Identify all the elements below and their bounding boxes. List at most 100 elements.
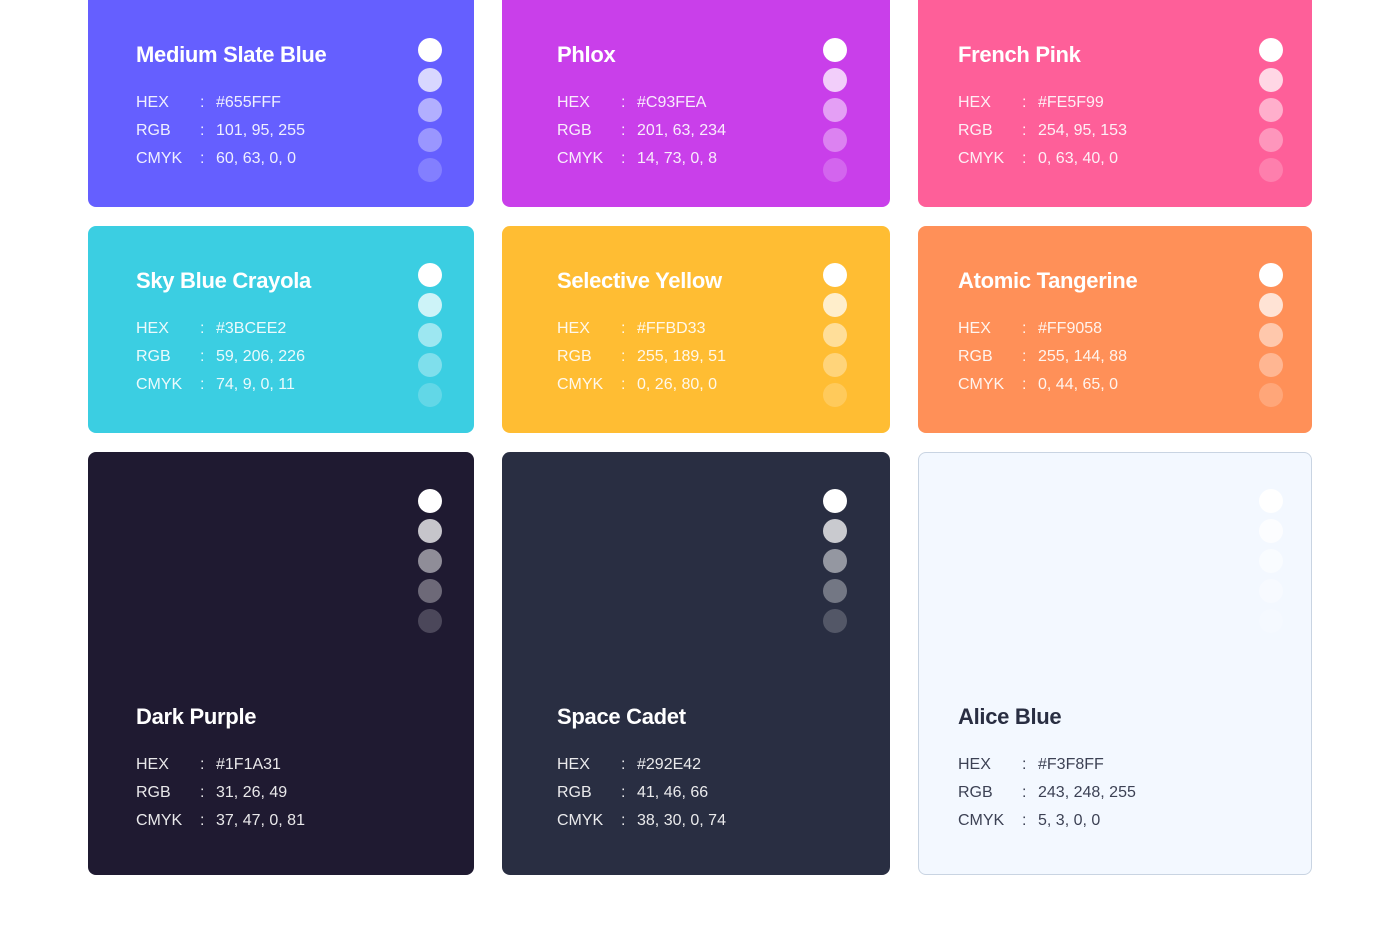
tint-dot-50[interactable] bbox=[823, 549, 847, 573]
tint-dots bbox=[823, 38, 847, 182]
rgb-row: RGB:254, 95, 153 bbox=[958, 122, 1127, 139]
tint-dot-35[interactable] bbox=[1259, 579, 1283, 603]
cmyk-row: CMYK:37, 47, 0, 81 bbox=[136, 812, 305, 829]
tint-dot-100[interactable] bbox=[823, 38, 847, 62]
tint-dot-50[interactable] bbox=[1259, 98, 1283, 122]
cmyk-value[interactable]: 5, 3, 0, 0 bbox=[1038, 812, 1100, 829]
tint-dot-20[interactable] bbox=[823, 158, 847, 182]
swatch-card-phlox[interactable]: Phlox HEX: #C93FEA RGB:201, 63, 234 CMYK:… bbox=[502, 0, 890, 207]
swatch-card-sky-blue-crayola[interactable]: Sky Blue Crayola HEX: #3BCEE2 RGB:59, 206… bbox=[88, 226, 474, 433]
tint-dot-35[interactable] bbox=[1259, 353, 1283, 377]
tint-dot-35[interactable] bbox=[1259, 128, 1283, 152]
rgb-value[interactable]: 59, 206, 226 bbox=[216, 348, 305, 365]
rgb-value[interactable]: 254, 95, 153 bbox=[1038, 122, 1127, 139]
tint-dot-100[interactable] bbox=[1259, 38, 1283, 62]
cmyk-value[interactable]: 14, 73, 0, 8 bbox=[637, 150, 717, 167]
tint-dot-75[interactable] bbox=[1259, 293, 1283, 317]
tint-dot-75[interactable] bbox=[1259, 68, 1283, 92]
tint-dot-100[interactable] bbox=[418, 38, 442, 62]
rgb-value[interactable]: 101, 95, 255 bbox=[216, 122, 305, 139]
cmyk-value[interactable]: 60, 63, 0, 0 bbox=[216, 150, 296, 167]
swatch-card-french-pink[interactable]: French Pink HEX: #FE5F99 RGB:254, 95, 153… bbox=[918, 0, 1312, 207]
hex-value[interactable]: #292E42 bbox=[637, 756, 701, 773]
swatch-name: Alice Blue bbox=[958, 704, 1062, 729]
hex-row: HEX: #292E42 bbox=[557, 756, 702, 773]
tint-dot-20[interactable] bbox=[823, 383, 847, 407]
rgb-value[interactable]: 255, 144, 88 bbox=[1038, 348, 1127, 365]
tint-dot-75[interactable] bbox=[1259, 519, 1283, 543]
palette-page: { "swatches": [ {"name": "Medium Slate B… bbox=[0, 0, 1400, 946]
tint-dots bbox=[823, 263, 847, 407]
tint-dot-75[interactable] bbox=[418, 293, 442, 317]
swatch-card-medium-slate-blue[interactable]: Medium Slate Blue HEX: #655FFF RGB:101, 9… bbox=[88, 0, 474, 207]
tint-dot-35[interactable] bbox=[418, 128, 442, 152]
tint-dot-50[interactable] bbox=[823, 98, 847, 122]
hex-value[interactable]: #1F1A31 bbox=[216, 756, 281, 773]
hex-value[interactable]: #C93FEA bbox=[637, 94, 706, 111]
tint-dot-20[interactable] bbox=[418, 609, 442, 633]
cmyk-value[interactable]: 0, 63, 40, 0 bbox=[1038, 150, 1118, 167]
cmyk-value[interactable]: 38, 30, 0, 74 bbox=[637, 812, 726, 829]
tint-dot-50[interactable] bbox=[418, 549, 442, 573]
tint-dot-20[interactable] bbox=[418, 158, 442, 182]
hex-row: HEX: #F3F8FF bbox=[958, 756, 1104, 773]
tint-dot-35[interactable] bbox=[418, 353, 442, 377]
hex-value[interactable]: #FE5F99 bbox=[1038, 94, 1104, 111]
hex-value[interactable]: #FF9058 bbox=[1038, 320, 1102, 337]
tint-dot-100[interactable] bbox=[1259, 489, 1283, 513]
rgb-row: RGB:201, 63, 234 bbox=[557, 122, 726, 139]
hex-value[interactable]: #3BCEE2 bbox=[216, 320, 286, 337]
tint-dot-100[interactable] bbox=[418, 489, 442, 513]
tint-dot-100[interactable] bbox=[1259, 263, 1283, 287]
tint-dot-100[interactable] bbox=[823, 263, 847, 287]
swatch-card-space-cadet[interactable]: Space Cadet HEX: #292E42 RGB:41, 46, 66 C… bbox=[502, 452, 890, 875]
tint-dot-20[interactable] bbox=[1259, 158, 1283, 182]
tint-dot-50[interactable] bbox=[1259, 323, 1283, 347]
tint-dot-50[interactable] bbox=[1259, 549, 1283, 573]
rgb-value[interactable]: 255, 189, 51 bbox=[637, 348, 726, 365]
swatch-values: HEX: #FF9058 RGB:255, 144, 88 CMYK:0, 44,… bbox=[958, 315, 1127, 399]
tint-dot-35[interactable] bbox=[823, 353, 847, 377]
hex-value[interactable]: #FFBD33 bbox=[637, 320, 705, 337]
swatch-card-dark-purple[interactable]: Dark Purple HEX: #1F1A31 RGB:31, 26, 49 C… bbox=[88, 452, 474, 875]
hex-value[interactable]: #F3F8FF bbox=[1038, 756, 1104, 773]
swatch-name: French Pink bbox=[958, 42, 1081, 67]
hex-value[interactable]: #655FFF bbox=[216, 94, 281, 111]
tint-dot-75[interactable] bbox=[823, 293, 847, 317]
swatch-values: HEX: #FFBD33 RGB:255, 189, 51 CMYK:0, 26,… bbox=[557, 315, 726, 399]
swatch-name: Medium Slate Blue bbox=[136, 42, 327, 67]
swatch-card-alice-blue[interactable]: Alice Blue HEX: #F3F8FF RGB:243, 248, 255… bbox=[918, 452, 1312, 875]
tint-dot-100[interactable] bbox=[823, 489, 847, 513]
cmyk-value[interactable]: 0, 26, 80, 0 bbox=[637, 376, 717, 393]
tint-dot-20[interactable] bbox=[1259, 609, 1283, 633]
hex-row: HEX: #1F1A31 bbox=[136, 756, 281, 773]
tint-dot-75[interactable] bbox=[823, 519, 847, 543]
tint-dot-35[interactable] bbox=[823, 128, 847, 152]
tint-dot-35[interactable] bbox=[418, 579, 442, 603]
rgb-value[interactable]: 31, 26, 49 bbox=[216, 784, 287, 801]
swatch-card-atomic-tangerine[interactable]: Atomic Tangerine HEX: #FF9058 RGB:255, 14… bbox=[918, 226, 1312, 433]
hex-row: HEX: #FF9058 bbox=[958, 320, 1103, 337]
cmyk-value[interactable]: 37, 47, 0, 81 bbox=[216, 812, 305, 829]
tint-dot-35[interactable] bbox=[823, 579, 847, 603]
rgb-value[interactable]: 201, 63, 234 bbox=[637, 122, 726, 139]
tint-dot-50[interactable] bbox=[418, 323, 442, 347]
tint-dot-75[interactable] bbox=[418, 68, 442, 92]
rgb-value[interactable]: 243, 248, 255 bbox=[1038, 784, 1136, 801]
tint-dot-50[interactable] bbox=[823, 323, 847, 347]
swatch-values: HEX: #655FFF RGB:101, 95, 255 CMYK:60, 63… bbox=[136, 89, 305, 173]
tint-dot-75[interactable] bbox=[418, 519, 442, 543]
rgb-value[interactable]: 41, 46, 66 bbox=[637, 784, 708, 801]
tint-dot-20[interactable] bbox=[418, 383, 442, 407]
swatch-card-selective-yellow[interactable]: Selective Yellow HEX: #FFBD33 RGB:255, 18… bbox=[502, 226, 890, 433]
tint-dot-20[interactable] bbox=[1259, 383, 1283, 407]
tint-dots bbox=[823, 489, 847, 633]
cmyk-value[interactable]: 74, 9, 0, 11 bbox=[216, 376, 295, 393]
tint-dot-100[interactable] bbox=[418, 263, 442, 287]
tint-dot-20[interactable] bbox=[823, 609, 847, 633]
tint-dot-75[interactable] bbox=[823, 68, 847, 92]
tint-dot-50[interactable] bbox=[418, 98, 442, 122]
rgb-row: RGB:255, 144, 88 bbox=[958, 348, 1127, 365]
hex-row: HEX: #655FFF bbox=[136, 94, 281, 111]
cmyk-value[interactable]: 0, 44, 65, 0 bbox=[1038, 376, 1118, 393]
